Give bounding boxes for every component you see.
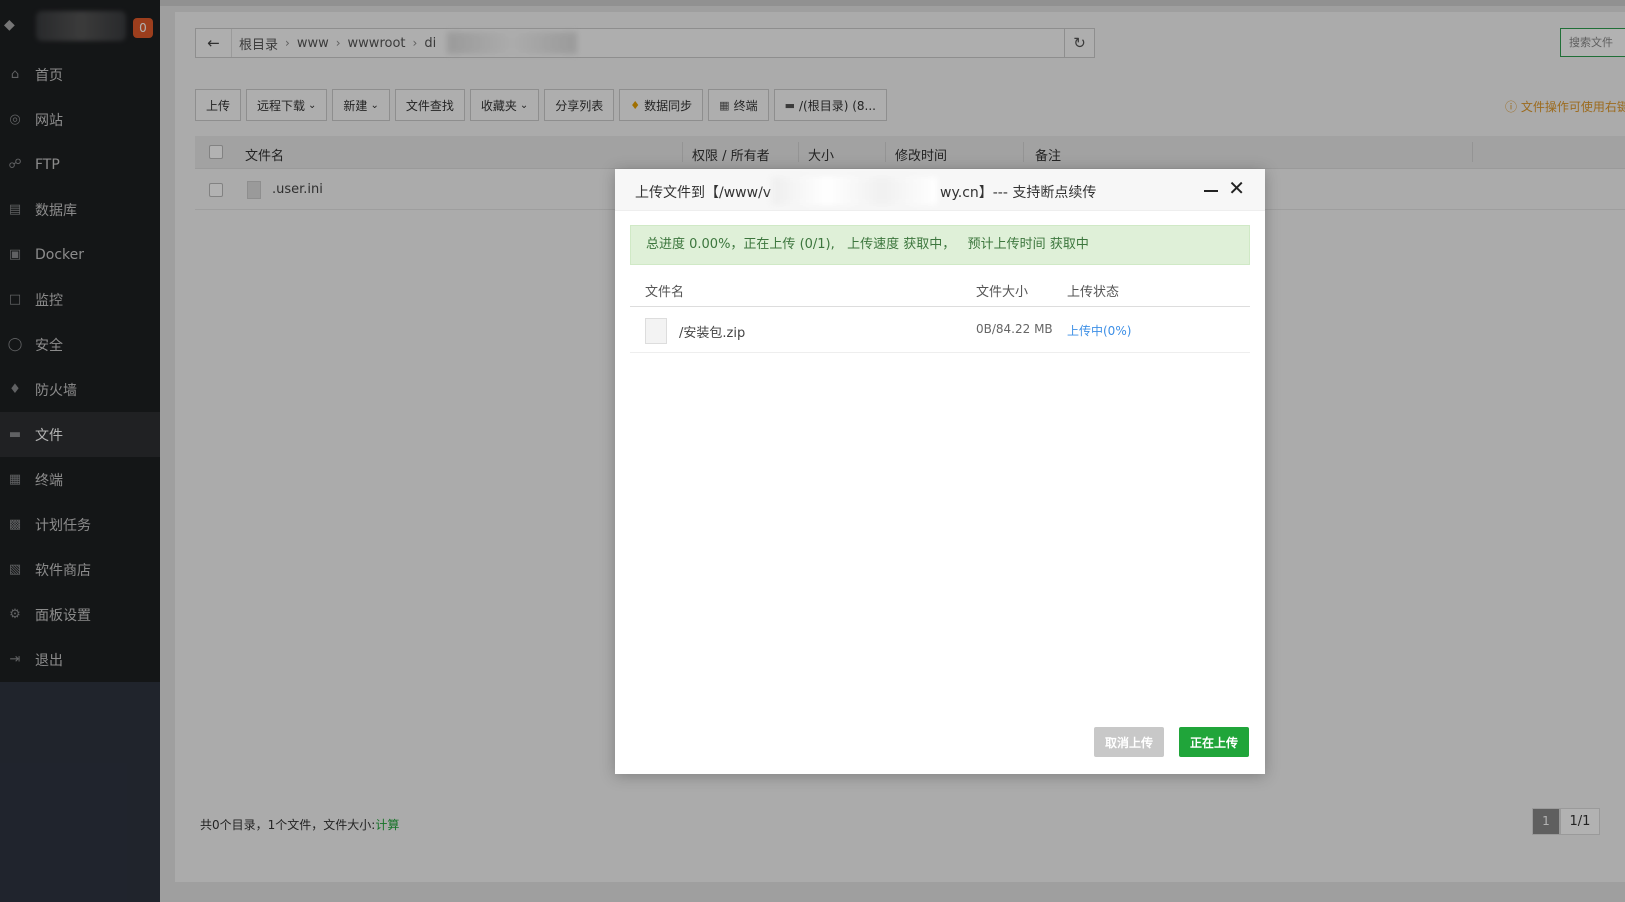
close-icon[interactable]: ✕ [1228,178,1245,198]
col-status: 上传状态 [1067,285,1120,300]
upload-dialog: 上传文件到【/www/v wy.cn】--- 支持断点续传 ✕ 总进度 0.00… [615,169,1265,774]
dialog-title-prefix: 上传文件到【/www/v [635,185,772,201]
upload-file-name: /安装包.zip [679,326,746,341]
dialog-title-suffix: wy.cn】--- 支持断点续传 [940,185,1097,201]
file-icon [645,318,667,344]
cancel-upload-button[interactable]: 取消上传 [1094,727,1164,757]
title-redacted [772,177,937,205]
dialog-title-bar: 上传文件到【/www/v wy.cn】--- 支持断点续传 ✕ [615,169,1265,211]
col-filesize: 文件大小 [976,285,1029,300]
upload-progress-status: 总进度 0.00%，正在上传 (0/1), 上传速度 获取中， 预计上传时间 获… [630,225,1250,265]
upload-table-header: 文件名 文件大小 上传状态 [630,271,1250,307]
upload-file-status: 上传中(0%) [1067,324,1132,338]
col-filename: 文件名 [645,285,685,300]
minimize-icon[interactable] [1204,182,1218,196]
upload-row: /安装包.zip 0B/84.22 MB 上传中(0%) [630,308,1250,353]
upload-file-size: 0B/84.22 MB [976,322,1053,336]
start-upload-button[interactable]: 正在上传 [1179,727,1249,757]
